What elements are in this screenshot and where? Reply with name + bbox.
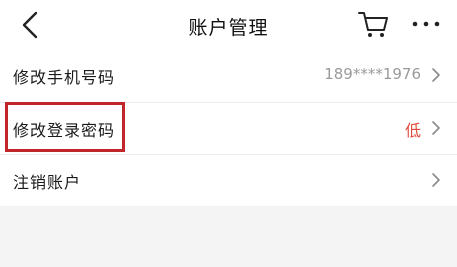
chevron-right-icon xyxy=(432,173,440,187)
change-phone-label: 修改手机号码 xyxy=(13,68,116,87)
top-nav-bar: 账户管理 xyxy=(0,0,457,50)
cart-icon[interactable] xyxy=(357,9,389,39)
more-dots-icon[interactable] xyxy=(411,20,441,28)
change-password-row[interactable]: 修改登录密码 低 xyxy=(0,102,457,154)
password-strength-value: 低 xyxy=(404,121,421,140)
chevron-right-icon xyxy=(432,121,440,135)
cancel-account-row[interactable]: 注销账户 xyxy=(0,154,457,206)
phone-number-value: 189****1976 xyxy=(324,65,421,83)
chevron-right-icon xyxy=(432,68,440,82)
change-phone-row[interactable]: 修改手机号码 189****1976 xyxy=(0,50,457,102)
account-settings-list: 修改手机号码 189****1976 修改登录密码 低 注销账户 xyxy=(0,50,457,206)
change-password-label: 修改登录密码 xyxy=(13,121,116,140)
cancel-account-label: 注销账户 xyxy=(13,173,82,192)
